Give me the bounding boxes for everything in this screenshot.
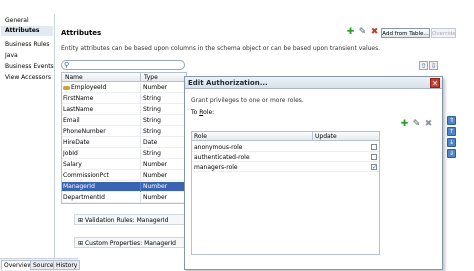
update-checkbox[interactable]	[371, 154, 377, 160]
nav-item-general[interactable]: General	[5, 16, 54, 26]
table-row[interactable]: Email String	[62, 116, 186, 126]
column-header-update[interactable]: Update	[312, 132, 379, 141]
move-up-icon[interactable]: ↑	[447, 127, 456, 136]
cell-type: Number	[140, 171, 186, 181]
validation-rules-section[interactable]: ⊞ Validation Rules: ManagerId	[74, 214, 185, 225]
cell-type: Number	[140, 160, 186, 170]
table-row[interactable]: managers-role ✓	[192, 163, 379, 172]
cell-name: Email	[63, 117, 80, 124]
table-row[interactable]: JobId String	[62, 149, 186, 159]
nav-item-business-events[interactable]: Business Events	[5, 62, 54, 72]
table-row[interactable]: EmployeeId Number	[62, 83, 186, 93]
dialog-description: Grant privileges to one or more roles.	[191, 97, 304, 104]
table-row[interactable]: HireDate Date	[62, 138, 186, 148]
move-down-icon[interactable]: ↓	[447, 138, 456, 147]
next-match-icon[interactable]: ⇩	[429, 61, 438, 70]
cell-name: PhoneNumber	[63, 128, 106, 135]
page-title: Attributes	[61, 29, 102, 37]
column-header-type[interactable]: Type	[140, 73, 186, 82]
cell-name: ManagerId	[63, 183, 95, 190]
cell-type: String	[140, 94, 186, 104]
column-header-name[interactable]: Name	[62, 73, 140, 82]
expand-icon[interactable]: ⊞	[78, 240, 83, 247]
cell-role: anonymous-role	[194, 144, 243, 151]
cell-type: Number	[140, 182, 186, 192]
table-row[interactable]: DepartmentId Number	[62, 193, 186, 203]
cell-type: Date	[140, 138, 186, 148]
x-icon[interactable]: ✖	[424, 120, 433, 129]
table-row[interactable]: CommissionPct Number	[62, 171, 186, 181]
custom-properties-section[interactable]: ⊞ Custom Properties: ManagerId	[74, 237, 185, 248]
roles-table: Role Update anonymous-role authenticated…	[191, 131, 380, 255]
cell-name: Salary	[63, 161, 82, 168]
nav-panel: General Attributes Business Rules Java B…	[0, 14, 55, 258]
pencil-icon[interactable]: ✎	[358, 28, 367, 37]
add-from-table-button[interactable]: Add from Table...	[381, 28, 430, 38]
section-label: Custom Properties: ManagerId	[84, 240, 176, 247]
x-icon[interactable]: ✖	[370, 28, 379, 37]
cell-role: managers-role	[194, 164, 238, 171]
cell-name: DepartmentId	[63, 194, 105, 201]
move-top-icon[interactable]: ⇑	[447, 116, 456, 125]
table-row[interactable]: FirstName String	[62, 94, 186, 104]
close-icon[interactable]: ✕	[430, 78, 440, 88]
plus-icon[interactable]: ✚	[346, 28, 355, 37]
pencil-icon[interactable]: ✎	[412, 120, 421, 129]
nav-item-view-accessors[interactable]: View Accessors	[5, 73, 54, 83]
override-button[interactable]: Override	[431, 28, 456, 38]
nav-item-attributes[interactable]: Attributes	[1, 26, 53, 36]
dialog-title: Edit Authorization...	[188, 79, 268, 87]
table-row[interactable]: LastName String	[62, 105, 186, 115]
cell-type: String	[140, 149, 186, 159]
nav-item-java[interactable]: Java	[5, 51, 54, 61]
table-row[interactable]: anonymous-role	[192, 143, 379, 152]
nav-item-business-rules[interactable]: Business Rules	[5, 40, 54, 50]
cell-type: String	[140, 127, 186, 137]
cell-name: LastName	[63, 106, 94, 113]
plus-icon[interactable]: ✚	[400, 120, 409, 129]
move-bottom-icon[interactable]: ⇓	[447, 149, 456, 158]
tab-history[interactable]: History	[53, 260, 81, 270]
cell-type: Number	[140, 83, 186, 93]
column-header-role[interactable]: Role	[192, 132, 312, 141]
page-description: Entity attributes can be based upon colu…	[61, 45, 381, 52]
binoculars-icon[interactable]: ⚲	[64, 60, 74, 70]
update-checkbox-checked[interactable]: ✓	[371, 164, 377, 171]
cell-type: String	[140, 105, 186, 115]
update-checkbox[interactable]	[371, 144, 377, 150]
search-input[interactable]	[61, 60, 185, 70]
key-icon	[63, 85, 70, 90]
editor-tabs: Overview Source History	[0, 258, 81, 271]
cell-type: String	[140, 116, 186, 126]
table-row-selected[interactable]: ManagerId Number	[62, 182, 186, 192]
table-row[interactable]: PhoneNumber String	[62, 127, 186, 137]
cell-role: authenticated-role	[194, 154, 250, 161]
cell-name: EmployeeId	[71, 84, 107, 91]
table-row[interactable]: authenticated-role	[192, 153, 379, 162]
cell-type: Number	[140, 193, 186, 203]
attributes-table: Name Type EmployeeId Number FirstName St…	[61, 72, 187, 204]
section-label: Validation Rules: ManagerId	[84, 217, 169, 224]
to-role-label: To Role:	[191, 109, 215, 116]
cell-name: FirstName	[63, 95, 94, 102]
prev-match-icon[interactable]: ⇧	[419, 61, 428, 70]
expand-icon[interactable]: ⊞	[78, 217, 83, 224]
table-row[interactable]: Salary Number	[62, 160, 186, 170]
cell-name: JobId	[63, 150, 78, 157]
cell-name: HireDate	[63, 139, 90, 146]
cell-name: CommissionPct	[63, 172, 109, 179]
